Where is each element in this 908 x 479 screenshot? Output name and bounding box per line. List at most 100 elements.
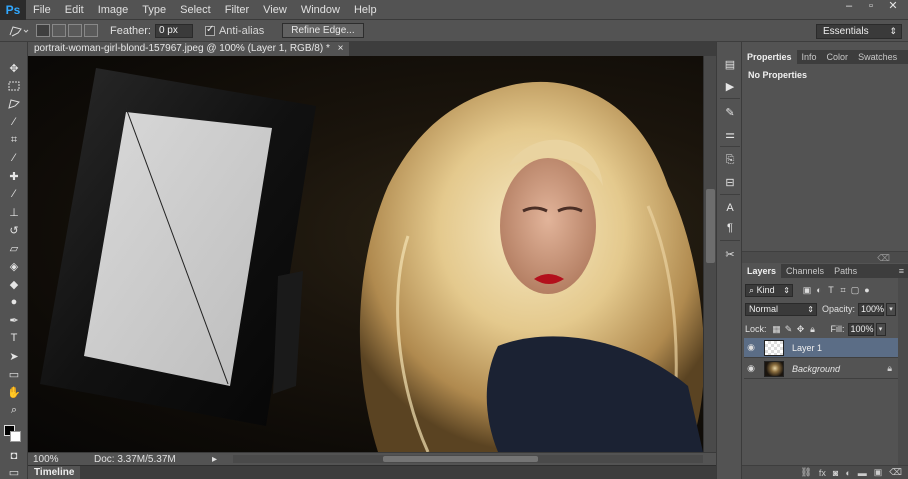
refine-edge-button[interactable]: Refine Edge...: [282, 23, 364, 38]
menu-type[interactable]: Type: [135, 0, 173, 20]
close-window-button[interactable]: ✕: [882, 0, 904, 14]
hand-tool-icon[interactable]: ✋: [4, 384, 24, 400]
fill-dropdown-icon[interactable]: ▾: [875, 322, 886, 336]
close-document-icon[interactable]: ×: [338, 43, 344, 54]
move-tool-icon[interactable]: ✥: [4, 60, 24, 76]
character-panel-icon[interactable]: A: [721, 200, 739, 216]
blend-mode-select[interactable]: Normal: [745, 302, 817, 316]
quick-selection-tool-icon[interactable]: ⁄: [4, 114, 24, 130]
new-selection-mode-button[interactable]: [36, 24, 50, 37]
adjustment-layer-icon[interactable]: ◐: [845, 468, 850, 478]
antialias-checkbox[interactable]: [204, 24, 215, 36]
lock-all-icon[interactable]: 🔒︎: [807, 324, 819, 335]
paragraph-panel-icon[interactable]: ¶: [721, 220, 739, 236]
new-layer-icon[interactable]: ▣: [874, 467, 883, 478]
tab-swatches[interactable]: Swatches: [853, 50, 902, 64]
visibility-eye-icon[interactable]: ◉: [744, 342, 758, 353]
opacity-dropdown-icon[interactable]: ▾: [886, 302, 897, 316]
timeline-tab[interactable]: Timeline: [28, 466, 81, 479]
tab-channels[interactable]: Channels: [781, 264, 829, 278]
paint-bucket-tool-icon[interactable]: ◈: [4, 258, 24, 274]
marquee-tool-icon[interactable]: [4, 78, 24, 94]
tab-properties[interactable]: Properties: [742, 50, 797, 64]
tool-presets-icon[interactable]: ⊟: [721, 174, 739, 190]
pen-tool-icon[interactable]: ✒: [4, 312, 24, 328]
filter-toggle-icon[interactable]: ●: [861, 285, 873, 295]
layers-scrollbar[interactable]: [898, 278, 908, 465]
tab-color[interactable]: Color: [822, 50, 854, 64]
history-brush-tool-icon[interactable]: ↺: [4, 222, 24, 238]
horizontal-scrollbar[interactable]: [233, 455, 703, 463]
blur-tool-icon[interactable]: ◆: [4, 276, 24, 292]
vertical-scroll-thumb[interactable]: [706, 189, 715, 263]
polygonal-lasso-icon[interactable]: [0, 24, 36, 38]
menu-filter[interactable]: Filter: [218, 0, 256, 20]
brush-tool-icon[interactable]: ⁄: [4, 186, 24, 202]
minimize-button[interactable]: –: [838, 0, 860, 14]
horizontal-scroll-thumb[interactable]: [383, 456, 538, 462]
layer-row-layer-1[interactable]: ◉ Layer 1: [744, 338, 898, 358]
healing-brush-tool-icon[interactable]: ✚: [4, 168, 24, 184]
menu-file[interactable]: File: [26, 0, 58, 20]
fill-input[interactable]: 100%: [847, 322, 874, 336]
layer-row-background[interactable]: ◉ Background 🔒︎: [744, 359, 898, 379]
menu-window[interactable]: Window: [294, 0, 347, 20]
tab-paths[interactable]: Paths: [829, 264, 862, 278]
filter-shape-icon[interactable]: ⌗: [837, 285, 849, 296]
zoom-level[interactable]: 100%: [28, 454, 62, 465]
properties-trash-icon[interactable]: ⌫: [877, 253, 890, 264]
new-group-icon[interactable]: ▬: [858, 468, 867, 478]
brush-presets-icon[interactable]: ✎: [721, 104, 739, 120]
menu-view[interactable]: View: [256, 0, 294, 20]
lock-transparency-icon[interactable]: ▦: [771, 324, 783, 335]
status-menu-arrow-icon[interactable]: ▸: [212, 454, 217, 465]
clone-source-icon[interactable]: ⎘: [721, 152, 739, 168]
opacity-input[interactable]: 100%: [858, 302, 884, 316]
visibility-eye-icon[interactable]: ◉: [744, 363, 758, 374]
filter-type-icon[interactable]: T: [825, 285, 837, 295]
zoom-tool-icon[interactable]: ⌕: [4, 402, 24, 418]
dodge-tool-icon[interactable]: ●: [4, 294, 24, 310]
menu-help[interactable]: Help: [347, 0, 384, 20]
feather-input[interactable]: 0 px: [154, 23, 193, 38]
layer-filter-kind[interactable]: ⌕ Kind: [745, 283, 793, 297]
workspace-select[interactable]: Essentials: [816, 24, 902, 39]
layers-panel-menu-icon[interactable]: ≡: [899, 266, 904, 276]
maximize-button[interactable]: ▫: [860, 0, 882, 14]
layer-style-icon[interactable]: fx: [819, 468, 826, 478]
menu-image[interactable]: Image: [91, 0, 136, 20]
shape-tool-icon[interactable]: ▭: [4, 366, 24, 382]
filter-pixel-icon[interactable]: ▣: [801, 285, 813, 296]
menu-edit[interactable]: Edit: [58, 0, 91, 20]
lock-position-icon[interactable]: ✥: [795, 324, 807, 335]
eraser-tool-icon[interactable]: ▱: [4, 240, 24, 256]
lock-pixels-icon[interactable]: ✎: [783, 324, 795, 335]
crop-tool-icon[interactable]: ⌗: [4, 132, 24, 148]
document-tab[interactable]: portrait-woman-girl-blond-157967.jpeg @ …: [28, 42, 350, 56]
menu-select[interactable]: Select: [173, 0, 218, 20]
subtract-selection-mode-button[interactable]: [68, 24, 82, 37]
clone-stamp-tool-icon[interactable]: ⊥: [4, 204, 24, 220]
vertical-scrollbar[interactable]: [703, 56, 716, 452]
document-canvas[interactable]: [28, 56, 703, 452]
intersect-selection-mode-button[interactable]: [84, 24, 98, 37]
background-color-swatch[interactable]: [10, 431, 21, 442]
quick-mask-icon[interactable]: ◘: [4, 448, 24, 464]
lasso-tool-icon[interactable]: [4, 96, 24, 112]
link-layers-icon[interactable]: ⛓: [800, 467, 811, 478]
screen-mode-icon[interactable]: ▭: [4, 464, 24, 479]
type-tool-icon[interactable]: T: [4, 330, 24, 346]
add-mask-icon[interactable]: ◙: [833, 468, 838, 478]
tab-layers[interactable]: Layers: [742, 264, 782, 278]
actions-panel-icon[interactable]: ▶: [721, 78, 739, 94]
eyedropper-tool-icon[interactable]: ⁄: [4, 150, 24, 166]
add-selection-mode-button[interactable]: [52, 24, 66, 37]
tab-info[interactable]: Info: [797, 50, 822, 64]
filter-adjustment-icon[interactable]: ◐: [813, 285, 825, 295]
adjustments-panel-icon[interactable]: ⚌: [721, 126, 739, 142]
delete-layer-icon[interactable]: ⌫: [889, 467, 902, 478]
tool-settings-icon[interactable]: ✂: [721, 246, 739, 262]
path-selection-tool-icon[interactable]: ➤: [4, 348, 24, 364]
history-panel-icon[interactable]: ▤: [721, 56, 739, 72]
filter-smart-object-icon[interactable]: ▢: [849, 285, 861, 296]
